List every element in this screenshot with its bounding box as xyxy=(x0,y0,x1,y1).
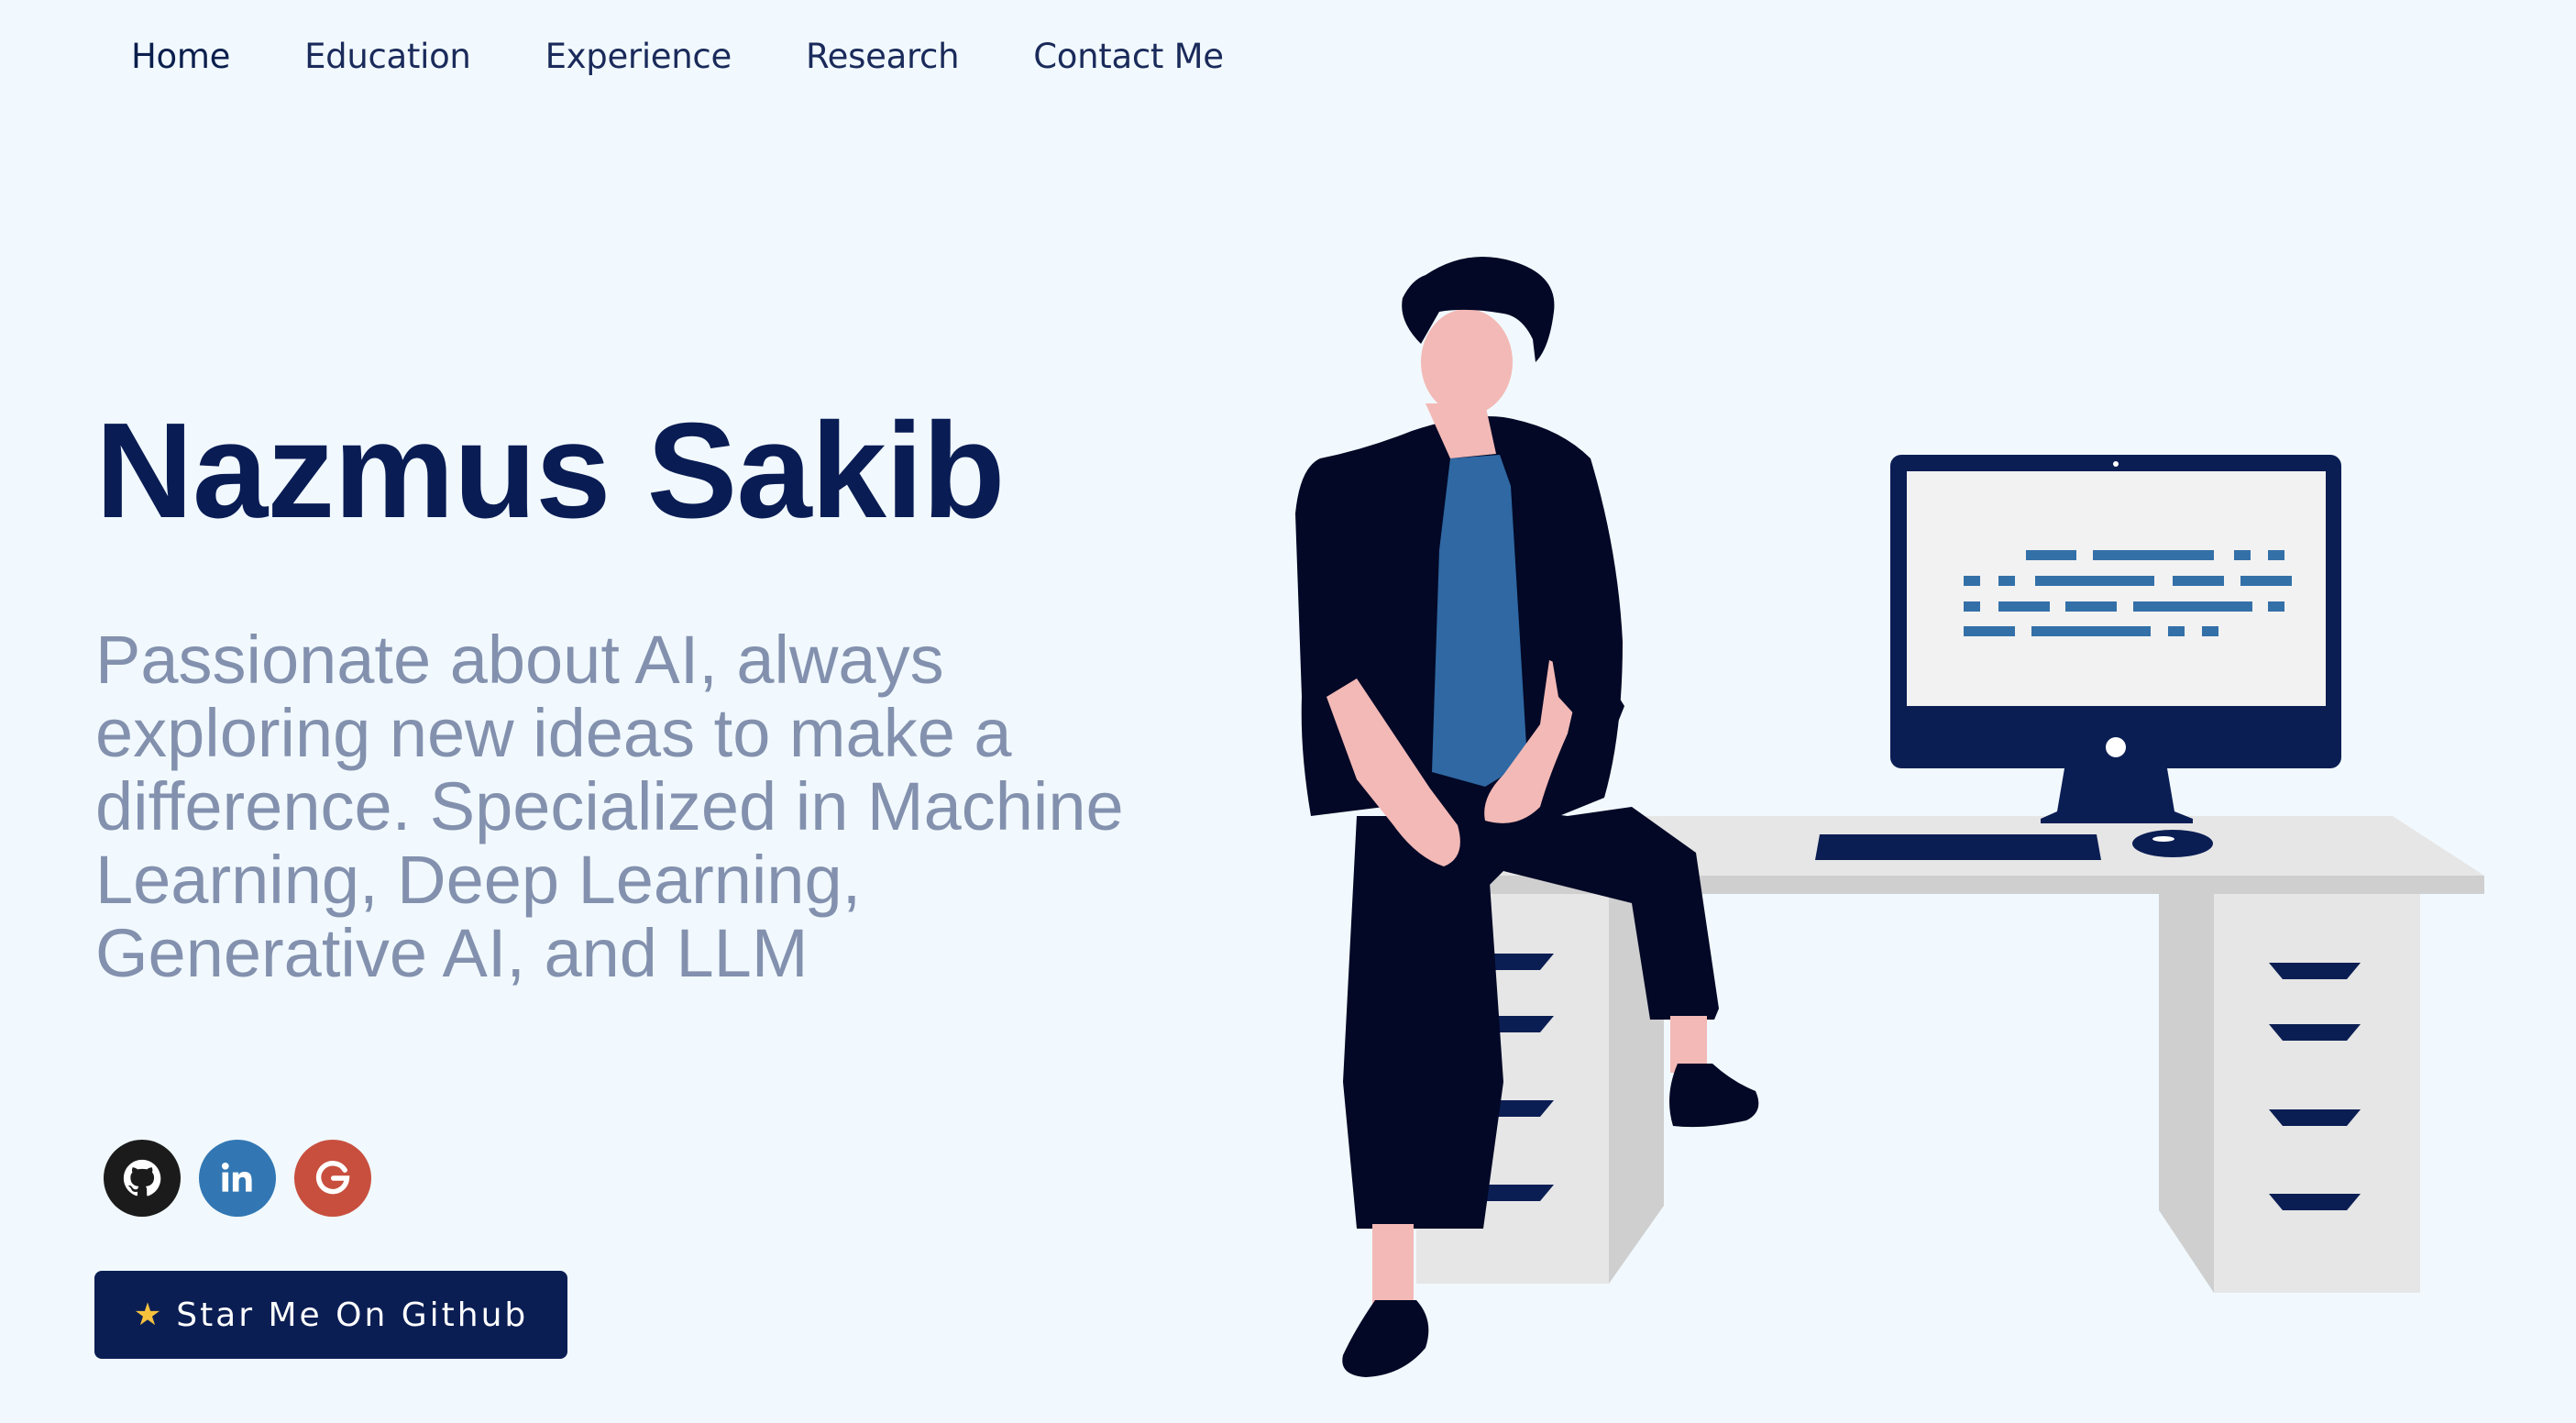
github-icon xyxy=(123,1159,161,1197)
nav-link-home[interactable]: Home xyxy=(131,37,230,76)
google-icon xyxy=(315,1161,350,1195)
nav-link-research[interactable]: Research xyxy=(806,37,960,76)
monitor-stand xyxy=(2041,768,2193,823)
linkedin-icon xyxy=(221,1162,252,1192)
linkedin-link[interactable] xyxy=(199,1140,276,1217)
mouse-highlight xyxy=(2152,836,2174,842)
hero-name: Nazmus Sakib xyxy=(95,395,1005,546)
mouse xyxy=(2132,830,2213,857)
github-link[interactable] xyxy=(104,1140,181,1217)
monitor-screen xyxy=(1907,471,2326,706)
right-cabinet xyxy=(2214,894,2420,1293)
developer-desk-illustration xyxy=(1295,257,2484,1377)
top-nav: Home Education Experience Research Conta… xyxy=(131,37,1224,76)
monitor-camera xyxy=(2113,461,2119,467)
keyboard xyxy=(1815,834,2101,860)
star-on-github-button[interactable]: ★ Star Me On Github xyxy=(94,1271,567,1359)
right-drawer-handle-2 xyxy=(2269,1024,2361,1041)
right-drawer-handle-4 xyxy=(2269,1194,2361,1210)
person-back-shoe xyxy=(1342,1300,1429,1377)
nav-link-experience[interactable]: Experience xyxy=(545,37,732,76)
right-cabinet-side xyxy=(2159,894,2214,1293)
right-drawer-handle-3 xyxy=(2269,1109,2361,1126)
star-button-label: Star Me On Github xyxy=(176,1296,529,1334)
person-back-ankle xyxy=(1372,1224,1414,1307)
nav-link-contact-me[interactable]: Contact Me xyxy=(1033,37,1224,76)
hero-subtitle: Passionate about AI, always exploring ne… xyxy=(95,622,1124,991)
person-front-shoe xyxy=(1669,1064,1759,1128)
google-link[interactable] xyxy=(294,1140,371,1217)
person-face xyxy=(1421,309,1513,415)
star-icon: ★ xyxy=(133,1296,162,1333)
monitor-power-button xyxy=(2106,737,2126,757)
nav-link-education[interactable]: Education xyxy=(304,37,471,76)
social-links xyxy=(104,1140,371,1217)
right-drawer-handle-1 xyxy=(2269,963,2361,979)
